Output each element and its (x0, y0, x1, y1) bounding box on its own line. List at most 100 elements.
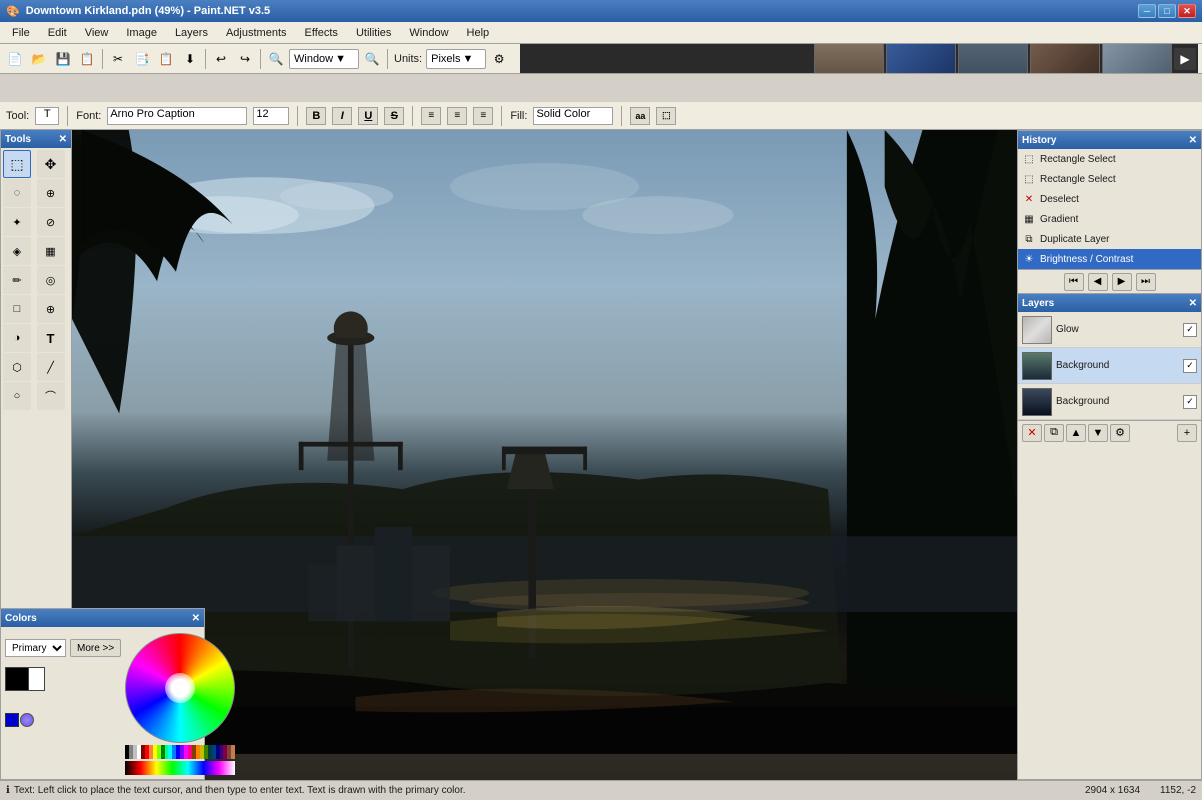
menu-window[interactable]: Window (401, 25, 456, 41)
zoom-in-button[interactable]: 🔍 (361, 48, 383, 70)
extra-color-dot[interactable] (20, 713, 34, 727)
layer-delete-button[interactable]: ✕ (1022, 424, 1042, 442)
zoom-dropdown[interactable]: Window ▼ (289, 49, 359, 69)
close-button[interactable]: ✕ (1178, 4, 1196, 18)
titlebar-controls[interactable]: ─ □ ✕ (1138, 4, 1196, 18)
history-item-deselect[interactable]: ✕ Deselect (1018, 189, 1201, 209)
align-right-button[interactable]: ≡ (473, 107, 493, 125)
colors-close-icon[interactable]: ✕ (192, 613, 200, 624)
zoom-out-button[interactable]: 🔍 (265, 48, 287, 70)
layer-add-button[interactable]: + (1177, 424, 1197, 442)
menu-effects[interactable]: Effects (297, 25, 346, 41)
photo-thumb-4[interactable] (1030, 44, 1100, 73)
tool-selector[interactable]: T (35, 107, 59, 125)
photo-thumb-1[interactable] (814, 44, 884, 73)
minimize-button[interactable]: ─ (1138, 4, 1156, 18)
tool-clone[interactable]: ⊕ (37, 295, 65, 323)
tool-move[interactable]: ✥ (37, 150, 65, 178)
font-selector[interactable]: Arno Pro Caption (107, 107, 247, 125)
layer-item-background[interactable]: Background ✓ (1018, 348, 1201, 384)
tool-magic-wand[interactable]: ✦ (3, 208, 31, 236)
history-item-gradient[interactable]: ▦ Gradient (1018, 209, 1201, 229)
tool-ellipse[interactable]: ○ (3, 382, 31, 410)
tool-text[interactable]: T (37, 324, 65, 352)
tools-close-icon[interactable]: ✕ (59, 134, 67, 145)
tool-lasso[interactable]: ◌ (3, 179, 31, 207)
strikethrough-button[interactable]: S (384, 107, 404, 125)
cut-button[interactable]: ✂ (107, 48, 129, 70)
history-last-button[interactable]: ⏭ (1136, 273, 1156, 291)
history-first-button[interactable]: ⏮ (1064, 273, 1084, 291)
italic-button[interactable]: I (332, 107, 352, 125)
more-colors-button[interactable]: More >> (70, 639, 121, 657)
tool-pencil[interactable]: ✏ (3, 266, 31, 294)
menu-utilities[interactable]: Utilities (348, 25, 399, 41)
layer-background2-visibility[interactable]: ✓ (1183, 395, 1197, 409)
align-left-button[interactable]: ≡ (421, 107, 441, 125)
history-item-rect-select-1[interactable]: ⬚ Rectangle Select (1018, 149, 1201, 169)
photo-thumb-3[interactable] (958, 44, 1028, 73)
history-prev-button[interactable]: ◀ (1088, 273, 1108, 291)
maximize-button[interactable]: □ (1158, 4, 1176, 18)
units-settings-button[interactable]: ⚙ (488, 48, 510, 70)
foreground-color-swatch[interactable] (5, 667, 29, 691)
tool-brush[interactable]: ◎ (37, 266, 65, 294)
layer-item-glow[interactable]: Glow ✓ (1018, 312, 1201, 348)
photo-thumb-5[interactable] (1102, 44, 1172, 73)
menu-file[interactable]: File (4, 25, 38, 41)
underline-button[interactable]: U (358, 107, 378, 125)
tool-zoom[interactable]: ⊕ (37, 179, 65, 207)
new-button[interactable]: 📄 (4, 48, 26, 70)
transparent-color[interactable] (5, 713, 19, 727)
fill-selector[interactable]: Solid Color (533, 107, 613, 125)
antialiasing-button[interactable]: aa (630, 107, 650, 125)
layer-move-down-button[interactable]: ▼ (1088, 424, 1108, 442)
layer-move-up-button[interactable]: ▲ (1066, 424, 1086, 442)
redo-button[interactable]: ↪ (234, 48, 256, 70)
history-item-duplicate-layer[interactable]: ⧉ Duplicate Layer (1018, 229, 1201, 249)
layer-item-background2[interactable]: Background ✓ (1018, 384, 1201, 420)
menu-view[interactable]: View (77, 25, 117, 41)
tool-eyedropper[interactable]: ⊘ (37, 208, 65, 236)
tool-line[interactable]: ╱ (37, 353, 65, 381)
tool-gradient[interactable]: ▦ (37, 237, 65, 265)
photo-thumb-2[interactable] (886, 44, 956, 73)
menu-layers[interactable]: Layers (167, 25, 216, 41)
layer-glow-visibility[interactable]: ✓ (1183, 323, 1197, 337)
save-as-button[interactable]: 📋 (76, 48, 98, 70)
font-size-input[interactable]: 12 (253, 107, 289, 125)
menu-edit[interactable]: Edit (40, 25, 75, 41)
tool-recolor[interactable]: ◑ (3, 324, 31, 352)
bold-button[interactable]: B (306, 107, 326, 125)
layers-close-icon[interactable]: ✕ (1189, 298, 1197, 309)
paste-button[interactable]: 📋 (155, 48, 177, 70)
tool-eraser[interactable]: □ (3, 295, 31, 323)
tool-shapes[interactable]: ⬡ (3, 353, 31, 381)
history-close-icon[interactable]: ✕ (1189, 135, 1197, 146)
tool-rectangle-select[interactable]: ⬚ (3, 150, 31, 178)
menu-image[interactable]: Image (118, 25, 165, 41)
menu-adjustments[interactable]: Adjustments (218, 25, 295, 41)
photo-scroll-right[interactable]: ▶ (1174, 48, 1196, 70)
align-center-button[interactable]: ≡ (447, 107, 467, 125)
copy-button[interactable]: 📑 (131, 48, 153, 70)
color-gradient-strip[interactable] (125, 761, 235, 775)
history-next-button[interactable]: ▶ (1112, 273, 1132, 291)
save-button[interactable]: 💾 (52, 48, 74, 70)
paste-into-button[interactable]: ⬇ (179, 48, 201, 70)
history-item-brightness-contrast[interactable]: ☀ Brightness / Contrast (1018, 249, 1201, 269)
open-button[interactable]: 📂 (28, 48, 50, 70)
blend-button[interactable]: ⬚ (656, 107, 676, 125)
primary-selector[interactable]: Primary (5, 639, 66, 657)
layer-properties-button[interactable]: ⚙ (1110, 424, 1130, 442)
tool-freeform[interactable]: ⌒ (37, 382, 65, 410)
undo-button[interactable]: ↩ (210, 48, 232, 70)
history-item-rect-select-2[interactable]: ⬚ Rectangle Select (1018, 169, 1201, 189)
layer-background-visibility[interactable]: ✓ (1183, 359, 1197, 373)
menu-help[interactable]: Help (459, 25, 498, 41)
layer-duplicate-button[interactable]: ⧉ (1044, 424, 1064, 442)
tool-paintbucket[interactable]: ◈ (3, 237, 31, 265)
units-dropdown[interactable]: Pixels ▼ (426, 49, 486, 69)
palette-color-swatch[interactable] (231, 745, 235, 759)
color-wheel[interactable] (125, 633, 235, 743)
